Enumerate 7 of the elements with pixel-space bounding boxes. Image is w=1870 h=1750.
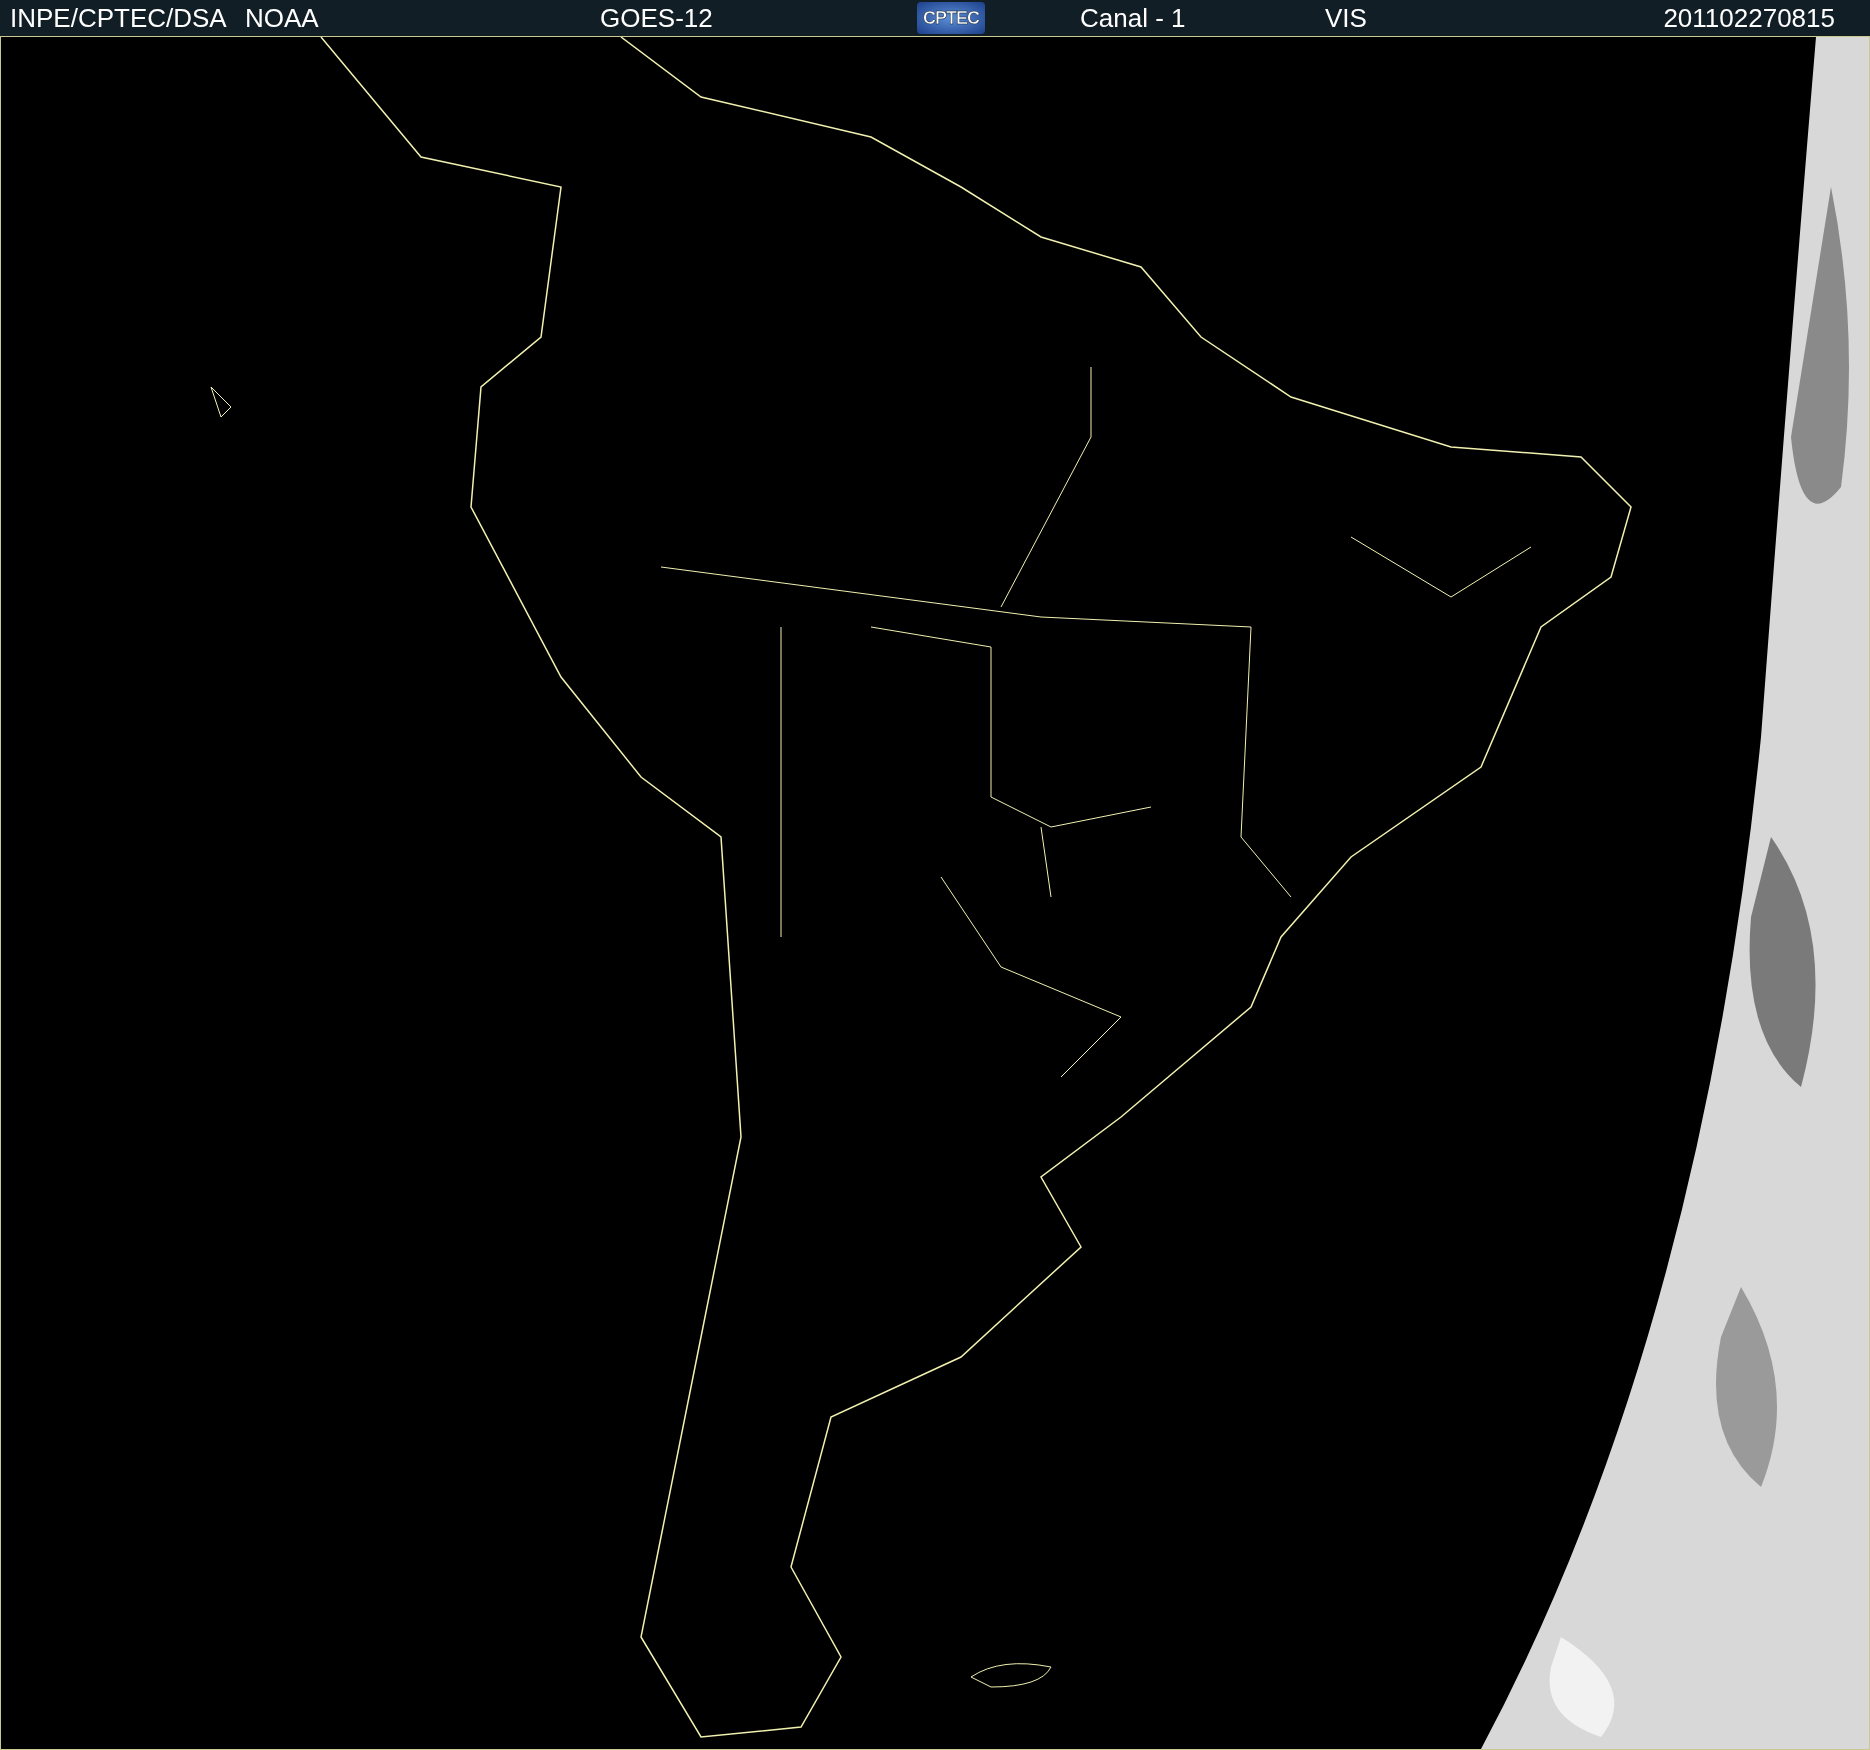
satellite-label: GOES-12: [600, 2, 714, 34]
source-label: NOAA: [245, 2, 320, 34]
band-label: VIS: [1325, 2, 1368, 34]
channel-label: Canal - 1: [1080, 2, 1187, 34]
timestamp-label: 201102270815: [1663, 2, 1835, 34]
logo: CPTEC: [917, 2, 985, 34]
agency-label: INPE/CPTEC/DSA: [10, 2, 228, 34]
